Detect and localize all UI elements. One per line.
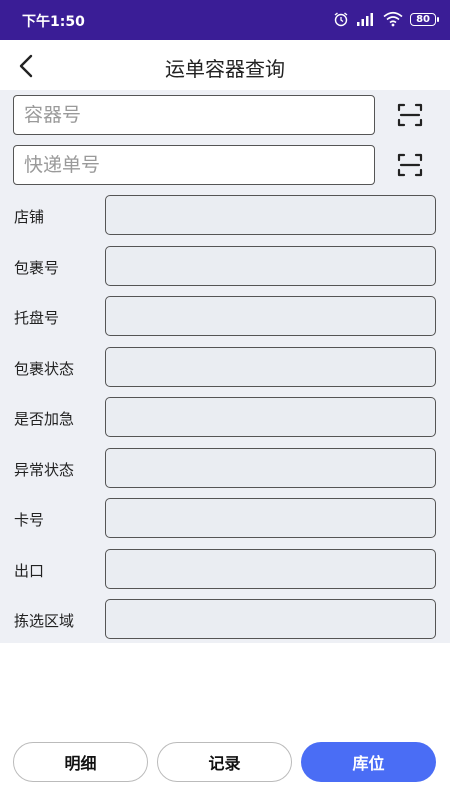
exit-value (105, 549, 436, 589)
detail-button[interactable]: 明细 (13, 742, 148, 782)
container-number-row (13, 95, 375, 135)
exception-status-label: 异常状态 (14, 461, 75, 479)
picking-area-label: 拣选区域 (14, 612, 75, 630)
status-bar: 下午1:50 80 (0, 0, 450, 40)
scan-container-button[interactable] (395, 100, 425, 130)
container-number-input[interactable] (13, 95, 375, 135)
pallet-number-value (105, 296, 436, 336)
location-button[interactable]: 库位 (301, 742, 436, 782)
scan-icon (397, 103, 423, 127)
package-status-label: 包裹状态 (14, 360, 75, 378)
status-time: 下午1:50 (22, 14, 85, 30)
page-title: 运单容器查询 (165, 57, 285, 81)
exception-status-value (105, 448, 436, 488)
express-number-row (13, 145, 375, 185)
query-form: 店铺 包裹号 托盘号 包裹状态 是否加急 异常状态 卡号 出口 拣选区域 (0, 90, 450, 643)
pallet-number-label: 托盘号 (14, 309, 60, 327)
express-number-input[interactable] (13, 145, 375, 185)
signal-icon (357, 13, 374, 26)
urgent-label: 是否加急 (14, 410, 75, 428)
store-value (105, 195, 436, 235)
package-number-value (105, 246, 436, 286)
card-number-value (105, 498, 436, 538)
record-button[interactable]: 记录 (157, 742, 292, 782)
picking-area-value (105, 599, 436, 639)
wifi-icon (383, 11, 403, 27)
card-number-label: 卡号 (14, 511, 45, 529)
battery-icon: 80 (410, 12, 439, 26)
status-icons: 80 (333, 10, 439, 28)
alarm-icon (334, 12, 348, 27)
exit-label: 出口 (14, 562, 45, 580)
scan-express-button[interactable] (395, 150, 425, 180)
scan-icon (397, 153, 423, 177)
nav-bar: 运单容器查询 (0, 40, 450, 90)
package-number-label: 包裹号 (14, 259, 60, 277)
store-label: 店铺 (14, 208, 45, 226)
urgent-value (105, 397, 436, 437)
package-status-value (105, 347, 436, 387)
